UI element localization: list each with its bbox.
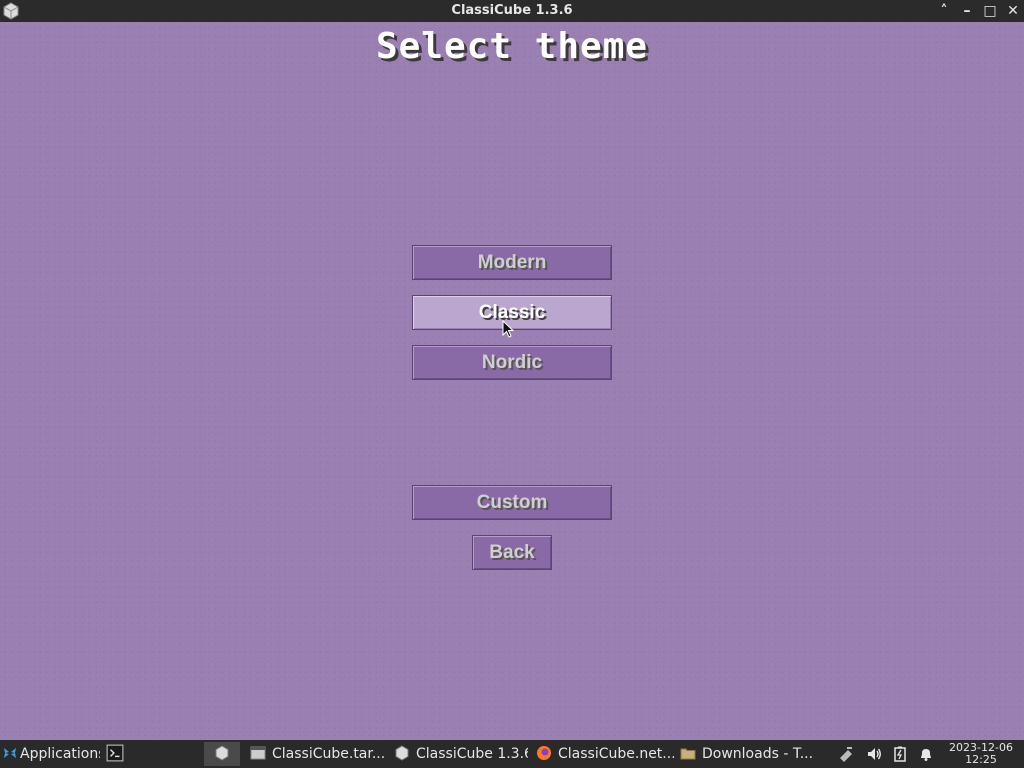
network-icon[interactable] xyxy=(838,746,854,762)
applications-menu-button[interactable]: Applications xyxy=(2,742,100,766)
classicube-icon xyxy=(395,745,409,761)
notification-bell-icon[interactable] xyxy=(918,746,934,762)
modern-theme-button[interactable]: Modern xyxy=(412,245,612,280)
task-label: ClassiCube.tar.... xyxy=(272,746,386,762)
task-label: ClassiCube 1.3.6 xyxy=(416,746,528,762)
task-firefox[interactable]: ClassiCube.net... xyxy=(536,742,674,766)
volume-icon[interactable] xyxy=(866,746,882,762)
minimize-button[interactable]: – xyxy=(957,1,977,21)
battery-icon[interactable] xyxy=(892,746,908,762)
applications-menu-icon xyxy=(4,748,16,758)
terminal-icon xyxy=(106,744,124,762)
terminal-launcher[interactable] xyxy=(104,742,130,766)
clock[interactable]: 2023-12-06 12:25 xyxy=(948,742,1014,766)
task-classicube-tar[interactable]: ClassiCube.tar.... xyxy=(250,742,386,766)
rollup-button[interactable]: ˄ xyxy=(934,1,954,21)
task-downloads-folder[interactable]: Downloads - T... xyxy=(680,742,816,766)
taskbar: Applications ClassiCube.tar.... ClassiCu… xyxy=(0,740,1024,768)
window-title: ClassiCube 1.3.6 xyxy=(451,3,573,18)
task-label: ClassiCube.net... xyxy=(558,746,674,762)
maximize-button[interactable]: □ xyxy=(980,1,1000,21)
custom-theme-button[interactable]: Custom xyxy=(412,485,612,520)
theme-menu-screen: Select theme Modern Classic Nordic Custo… xyxy=(0,22,1024,740)
task-label: Downloads - T... xyxy=(702,746,814,762)
clock-time: 12:25 xyxy=(965,753,997,766)
workspace-switcher[interactable] xyxy=(204,742,240,766)
window-titlebar[interactable]: ClassiCube 1.3.6 ˄ – □ ✕ xyxy=(0,0,1024,22)
firefox-icon xyxy=(537,746,551,760)
task-classicube-window[interactable]: ClassiCube 1.3.6 xyxy=(394,742,528,766)
classic-theme-button[interactable]: Classic xyxy=(412,295,612,330)
applications-label: Applications xyxy=(20,746,100,762)
window-icon xyxy=(250,746,266,760)
back-button[interactable]: Back xyxy=(472,535,552,570)
page-title: Select theme xyxy=(375,26,649,67)
classicube-workspace-icon xyxy=(215,745,229,761)
close-button[interactable]: ✕ xyxy=(1003,1,1023,21)
nordic-theme-button[interactable]: Nordic xyxy=(412,345,612,380)
folder-icon xyxy=(680,748,696,760)
